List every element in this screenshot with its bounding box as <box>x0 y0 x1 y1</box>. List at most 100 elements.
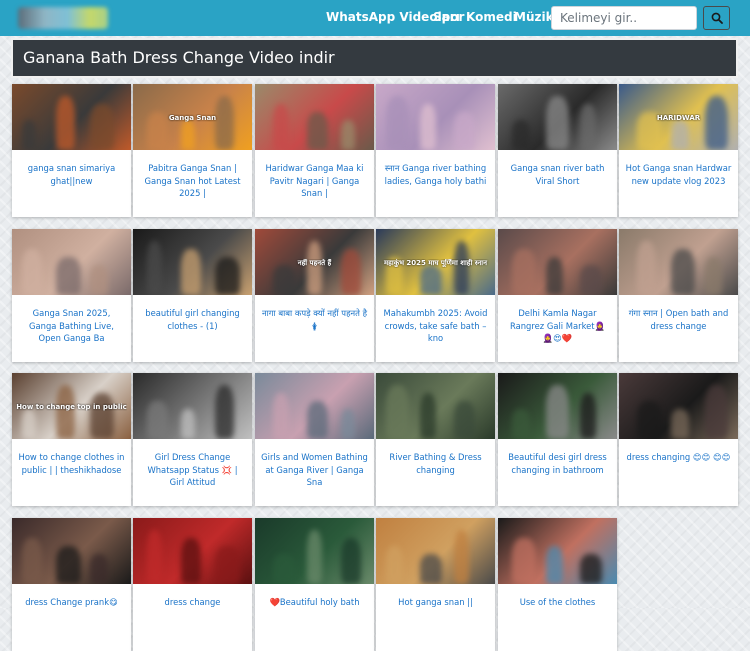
video-card[interactable]: ganga snan simariya ghat||new <box>12 84 131 217</box>
nav-link-comedy[interactable]: Komedi <box>466 10 517 24</box>
video-card[interactable]: Beautiful desi girl dress changing in ba… <box>498 373 617 506</box>
video-thumbnail[interactable] <box>498 229 617 295</box>
video-title-link[interactable]: ❤️Beautiful holy bath <box>261 596 368 609</box>
video-card[interactable]: dress change <box>133 518 252 651</box>
video-card[interactable]: स्नान Ganga river bathing ladies, Ganga … <box>376 84 495 217</box>
video-thumbnail[interactable] <box>133 229 252 295</box>
thumbnail-overlay-text: महाकुंभ 2025 माघ पूर्णिमा शाही स्नान <box>383 259 488 267</box>
thumbnail-figure <box>671 409 689 439</box>
thumbnail-figure <box>580 265 602 295</box>
video-title-link[interactable]: Beautiful desi girl dress changing in ba… <box>504 451 611 476</box>
video-title-link[interactable]: ganga snan simariya ghat||new <box>18 162 125 187</box>
video-thumbnail[interactable] <box>12 518 131 584</box>
site-logo[interactable] <box>18 7 108 29</box>
video-title-link[interactable]: How to change clothes in public | | thes… <box>18 451 125 476</box>
video-title-link[interactable]: Use of the clothes <box>504 596 611 609</box>
thumbnail-figure <box>454 241 469 295</box>
thumbnail-figure <box>273 265 295 295</box>
video-thumbnail[interactable] <box>619 229 738 295</box>
video-title-link[interactable]: Girls and Women Bathing at Ganga River |… <box>261 451 368 489</box>
thumbnail-figure <box>22 249 42 295</box>
video-title-link[interactable]: नागा बाबा कपड़े क्यों नहीं पहनते है🛊 <box>261 307 368 332</box>
thumbnail-figure <box>215 546 240 584</box>
video-thumbnail[interactable]: Ganga Snan <box>133 84 252 150</box>
video-card[interactable]: Girls and Women Bathing at Ganga River |… <box>255 373 374 506</box>
thumbnail-figure <box>273 393 289 439</box>
video-thumbnail[interactable] <box>498 518 617 584</box>
video-thumbnail[interactable] <box>255 84 374 150</box>
video-card[interactable]: Delhi Kamla Nagar Rangrez Gali Market🧕 🧕… <box>498 229 617 362</box>
thumbnail-figure <box>512 409 530 439</box>
thumbnail-figure <box>307 112 328 150</box>
video-card[interactable]: Hot ganga snan || <box>376 518 495 651</box>
video-card[interactable]: महाकुंभ 2025 माघ पूर्णिमा शाही स्नान Maha… <box>376 229 495 362</box>
thumbnail-figure <box>307 530 322 584</box>
video-card[interactable]: Ganga Snan 2025, Ganga Bathing Live, Ope… <box>12 229 131 362</box>
video-title-link[interactable]: गंगा स्नान | Open bath and dress change <box>625 307 732 332</box>
video-title-link[interactable]: beautiful girl changing clothes - (1) <box>139 307 246 332</box>
video-title-link[interactable]: Ganga snan river bath Viral Short <box>504 162 611 187</box>
video-thumbnail[interactable] <box>376 84 495 150</box>
video-card[interactable]: Girl Dress Change Whatsapp Status 💢 | Gi… <box>133 373 252 506</box>
video-title-link[interactable]: स्नान Ganga river bathing ladies, Ganga … <box>382 162 489 187</box>
video-card[interactable]: How to change top in public How to change… <box>12 373 131 506</box>
search-input[interactable] <box>551 6 697 30</box>
video-card[interactable]: ❤️Beautiful holy bath <box>255 518 374 651</box>
video-title-link[interactable]: Mahakumbh 2025: Avoid crowds, take safe … <box>382 307 489 345</box>
video-card[interactable]: Use of the clothes <box>498 518 617 651</box>
video-thumbnail[interactable] <box>12 229 131 295</box>
video-card[interactable]: HARIDWAR Hot Ganga snan Hardwar new updat… <box>619 84 738 217</box>
video-title-link[interactable]: Pabitra Ganga Snan | Ganga Snan hot Late… <box>139 162 246 200</box>
video-card[interactable]: Ganga Snan Pabitra Ganga Snan | Ganga Sna… <box>133 84 252 217</box>
video-card[interactable]: Ganga snan river bath Viral Short <box>498 84 617 217</box>
search-button[interactable] <box>703 6 730 30</box>
video-card[interactable]: Haridwar Ganga Maa ki Pavitr Nagari | Ga… <box>255 84 374 217</box>
video-title-link[interactable]: River Bathing & Dress changing <box>382 451 489 476</box>
thumbnail-overlay-text: नहीं पहनते हैं <box>297 259 332 267</box>
video-title-link[interactable]: dress change <box>139 596 246 609</box>
video-title-link[interactable]: Girl Dress Change Whatsapp Status 💢 | Gi… <box>139 451 246 489</box>
video-title-link[interactable]: Haridwar Ganga Maa ki Pavitr Nagari | Ga… <box>261 162 368 200</box>
thumbnail-figure <box>705 96 728 150</box>
video-card[interactable]: नहीं पहनते हैं नागा बाबा कपड़े क्यों नहीं… <box>255 229 374 362</box>
nav-link-sports[interactable]: Spor <box>433 10 464 24</box>
video-card[interactable]: beautiful girl changing clothes - (1) <box>133 229 252 362</box>
thumbnail-figure <box>671 120 689 150</box>
video-thumbnail[interactable] <box>12 84 131 150</box>
video-thumbnail[interactable] <box>255 518 374 584</box>
video-title-link[interactable]: Ganga Snan 2025, Ganga Bathing Live, Ope… <box>18 307 125 345</box>
thumbnail-figure <box>420 393 436 439</box>
video-title-link[interactable]: dress Change prank😋 <box>18 596 125 609</box>
thumbnail-figure <box>546 96 569 150</box>
video-title-link[interactable]: Hot ganga snan || <box>382 596 489 609</box>
video-thumbnail[interactable]: नहीं पहनते हैं <box>255 229 374 295</box>
video-title-link[interactable]: dress changing 😊😊 😊😊 <box>625 451 732 464</box>
thumbnail-figure <box>386 96 409 150</box>
video-thumbnail[interactable] <box>498 373 617 439</box>
video-thumbnail[interactable] <box>376 373 495 439</box>
thumbnail-figure <box>22 409 36 439</box>
video-thumbnail[interactable] <box>376 518 495 584</box>
video-card[interactable]: River Bathing & Dress changing <box>376 373 495 506</box>
thumbnail-figure <box>181 538 201 584</box>
video-card[interactable]: dress Change prank😋 <box>12 518 131 651</box>
thumbnail-figure <box>341 538 361 584</box>
video-thumbnail[interactable]: महाकुंभ 2025 माघ पूर्णिमा शाही स्नान <box>376 229 495 295</box>
video-thumbnail[interactable] <box>133 373 252 439</box>
video-thumbnail[interactable] <box>498 84 617 150</box>
thumbnail-figure <box>22 538 42 584</box>
video-thumbnail[interactable] <box>255 373 374 439</box>
video-title-link[interactable]: Delhi Kamla Nagar Rangrez Gali Market🧕 🧕… <box>504 307 611 345</box>
thumbnail-figure <box>147 241 162 295</box>
video-thumbnail[interactable] <box>133 518 252 584</box>
video-card[interactable]: गंगा स्नान | Open bath and dress change <box>619 229 738 362</box>
nav-link-music[interactable]: Müzik <box>514 10 554 24</box>
thumbnail-figure <box>671 249 695 295</box>
video-thumbnail[interactable] <box>619 373 738 439</box>
thumbnail-overlay-text: Ganga Snan <box>168 114 217 122</box>
video-title-link[interactable]: Hot Ganga snan Hardwar new update vlog 2… <box>625 162 732 187</box>
video-thumbnail[interactable]: How to change top in public <box>12 373 131 439</box>
thumbnail-figure <box>273 554 295 584</box>
video-thumbnail[interactable]: HARIDWAR <box>619 84 738 150</box>
video-card[interactable]: dress changing 😊😊 😊😊 <box>619 373 738 506</box>
